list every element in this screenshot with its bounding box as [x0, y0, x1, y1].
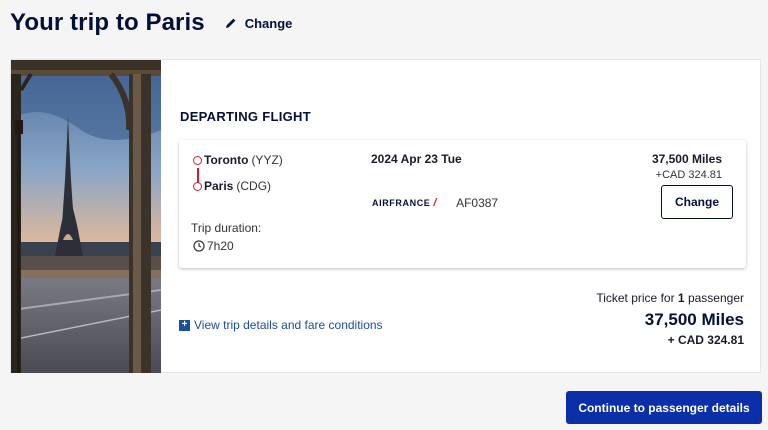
trip-duration-value: 7h20 [207, 239, 234, 253]
page-header: Your trip to Paris Change [10, 6, 292, 40]
page-title: Your trip to Paris [10, 9, 205, 36]
change-destination-link[interactable]: Change [225, 15, 293, 31]
trip-duration-label: Trip duration: [191, 221, 262, 235]
view-trip-details-link[interactable]: + View trip details and fare conditions [179, 318, 383, 332]
destination-stop: Paris (CDG) [193, 178, 283, 194]
total-cad: + CAD 324.81 [667, 333, 744, 347]
destination-city: Paris [204, 179, 234, 193]
change-flight-button[interactable]: Change [661, 185, 733, 219]
plus-icon: + [179, 319, 190, 331]
origin-dot-icon [193, 155, 202, 165]
section-title: DEPARTING FLIGHT [180, 109, 311, 124]
continue-to-passenger-details-button[interactable]: Continue to passenger details [566, 391, 762, 424]
airfrance-logo-text: AIRFRANCE [372, 198, 431, 208]
total-miles: 37,500 Miles [644, 310, 744, 329]
flight-cad: +CAD 324.81 [655, 169, 722, 181]
trip-card: DEPARTING FLIGHT Toronto (YYZ) Paris (CD… [10, 59, 761, 373]
departure-date: 2024 Apr 23 Tue [371, 152, 462, 166]
origin-stop: Toronto (YYZ) [193, 152, 283, 168]
price-label-prefix: Ticket price for [596, 291, 675, 305]
clock-icon [193, 240, 205, 252]
paris-photo [11, 60, 161, 373]
trip-duration: 7h20 [193, 239, 234, 253]
airfrance-logo: AIRFRANCE / [372, 197, 437, 209]
price-label-suffix: passenger [687, 291, 744, 305]
flight-number: AF0387 [456, 196, 499, 210]
route: Toronto (YYZ) Paris (CDG) [193, 152, 283, 194]
destination-dot-icon [193, 181, 202, 191]
passenger-count: 1 [677, 291, 685, 305]
view-trip-details-label: View trip details and fare conditions [194, 318, 383, 332]
destination-code: (CDG) [236, 179, 272, 193]
change-destination-label: Change [244, 15, 293, 31]
airline-info: AIRFRANCE / AF0387 [372, 196, 498, 210]
pencil-icon [225, 18, 236, 28]
ticket-price-label: Ticket price for 1 passenger [596, 291, 744, 305]
origin-city: Toronto [204, 153, 249, 167]
origin-code: (YYZ) [251, 153, 283, 167]
flight-summary: Toronto (YYZ) Paris (CDG) Trip duration:… [179, 140, 746, 268]
airfrance-logo-mark-icon: / [433, 197, 438, 209]
flight-miles: 37,500 Miles [651, 152, 722, 166]
